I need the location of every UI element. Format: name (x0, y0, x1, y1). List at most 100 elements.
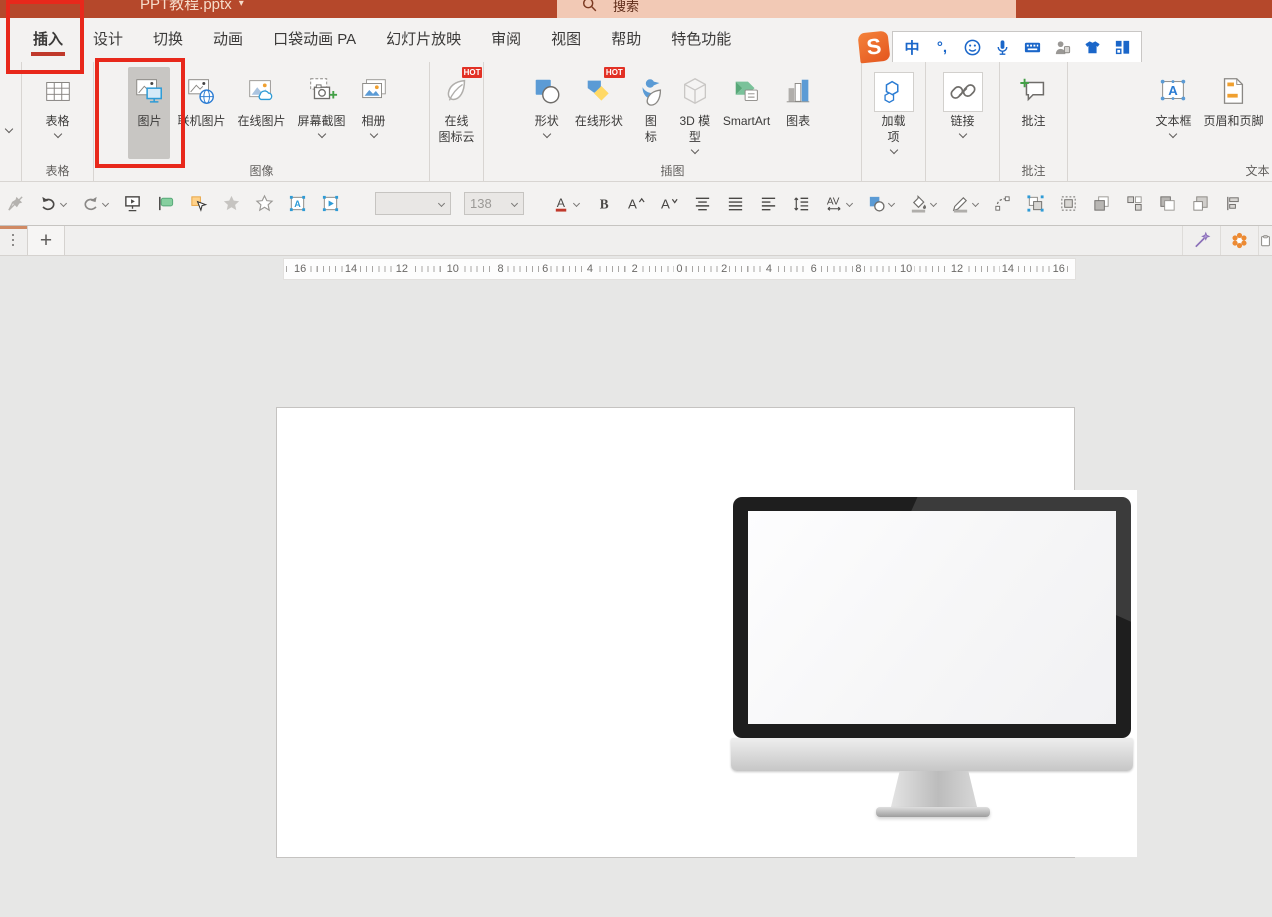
ribbon-button-屏幕截图[interactable]: 屏幕截图 (293, 67, 351, 159)
bold-icon[interactable]: B (593, 194, 613, 214)
tab-口袋动画 PA[interactable]: 口袋动画 PA (258, 19, 371, 61)
inserted-picture-imac[interactable] (705, 490, 1137, 857)
toolbox-icon[interactable] (1112, 37, 1132, 57)
draw-textbox-icon[interactable]: A (287, 194, 307, 214)
chevron-down-icon (511, 200, 518, 207)
star-outline-icon[interactable] (254, 194, 274, 214)
svg-text:A: A (627, 196, 636, 211)
search-placeholder: 搜索 (613, 0, 639, 15)
ime-toolbar: S 中 °, (859, 30, 1142, 64)
ribbon-button-加载项[interactable]: 加载 项 (869, 67, 919, 159)
punctuation-icon[interactable]: °, (932, 37, 952, 57)
user-icon[interactable] (1052, 37, 1072, 57)
undo-icon[interactable] (38, 194, 67, 214)
new-slide-tab-button[interactable]: + (27, 226, 65, 255)
ribbon-button-相册[interactable]: 相册 (353, 67, 395, 159)
justify-icon[interactable] (725, 194, 745, 214)
shape-preset-icon (866, 194, 886, 214)
strip-menu-icon[interactable] (12, 234, 14, 246)
ribbon-more-chevron[interactable] (5, 126, 13, 134)
font-color-icon[interactable]: A (551, 194, 580, 214)
tab-切换[interactable]: 切换 (138, 19, 198, 61)
emoji-icon[interactable] (962, 37, 982, 57)
ruler-number: 12 (394, 259, 410, 279)
tab-设计[interactable]: 设计 (78, 19, 138, 61)
tab-动画[interactable]: 动画 (198, 19, 258, 61)
arrange-objects-icon[interactable] (1124, 194, 1144, 214)
shape-outline-icon[interactable] (950, 194, 979, 214)
ribbon-button-label: 图片 (137, 113, 161, 129)
distribute-objects-icon[interactable] (1058, 194, 1078, 214)
ribbon-button-表格[interactable]: 表格 (37, 67, 79, 159)
shape-fill-icon[interactable] (908, 194, 937, 214)
svg-text:B: B (599, 196, 608, 211)
ribbon-button-3D 模型[interactable]: 3D 模 型 (674, 67, 716, 159)
ruler-number: 2 (719, 259, 729, 279)
ribbon-button-label: 链接 (950, 113, 974, 129)
ribbon-button-在线图标云[interactable]: HOT在线 图标云 (433, 67, 479, 159)
clipboard-icon[interactable] (1258, 226, 1272, 255)
magic-wand-icon[interactable] (1182, 226, 1220, 255)
document-title[interactable]: PPT教程.pptx ▾ (140, 0, 244, 14)
chevron-down-icon (60, 200, 67, 207)
tab-帮助[interactable]: 帮助 (596, 19, 656, 61)
select-object-icon[interactable] (188, 194, 208, 214)
send-to-back-icon[interactable] (1157, 194, 1177, 214)
svg-text:A: A (660, 196, 669, 211)
skin-icon[interactable] (1082, 37, 1102, 57)
layer-order-icon[interactable] (1190, 194, 1210, 214)
tab-视图[interactable]: 视图 (536, 19, 596, 61)
tab-审阅[interactable]: 审阅 (476, 19, 536, 61)
edit-shape-icon[interactable] (992, 194, 1012, 214)
chevron-down-icon (102, 200, 109, 207)
pin-slash-icon[interactable] (5, 194, 25, 214)
ribbon-button-联机图片[interactable]: 联机图片 (172, 67, 230, 159)
keyboard-icon[interactable] (1022, 37, 1042, 57)
chinese-mode-icon[interactable]: 中 (902, 37, 922, 57)
char-spacing-icon[interactable]: AV (824, 194, 853, 214)
ribbon-button-形状[interactable]: 形状 (526, 67, 568, 159)
sogou-logo-icon[interactable]: S (858, 31, 891, 64)
font-size-combo[interactable]: 138 (464, 192, 524, 215)
document-title-text: PPT教程.pptx (140, 0, 232, 14)
decrease-font-icon[interactable]: A (659, 194, 679, 214)
ribbon-button-批注[interactable]: 批注 (1013, 67, 1055, 159)
bring-to-front-icon[interactable] (1091, 194, 1111, 214)
increase-font-icon[interactable]: A (626, 194, 646, 214)
ribbon-button-图标[interactable]: 图 标 (630, 67, 672, 159)
align-objects-icon[interactable] (1223, 194, 1243, 214)
ribbon: 表格表格图片联机图片在线图片屏幕截图相册图像HOT在线 图标云形状HOT在线形状… (0, 62, 1272, 182)
line-spacing-icon (791, 194, 811, 214)
horizontal-ruler[interactable]: 1614121086420246810121416 (283, 258, 1076, 280)
ribbon-button-label: 批注 (1021, 113, 1045, 129)
settings-gear-icon[interactable] (1220, 226, 1258, 255)
ribbon-button-文本框[interactable]: A文本框 (1150, 67, 1196, 159)
justify-icon (725, 194, 745, 214)
present-from-start-icon[interactable] (122, 194, 142, 214)
ribbon-button-在线形状[interactable]: HOT在线形状 (570, 67, 628, 159)
tab-幻灯片放映[interactable]: 幻灯片放映 (371, 19, 476, 61)
media-placeholder-icon[interactable] (320, 194, 340, 214)
char-spacing-icon: AV (824, 194, 844, 214)
ribbon-button-图片[interactable]: 图片 (128, 67, 170, 159)
shape-preset-icon[interactable] (866, 194, 895, 214)
redo-icon[interactable] (80, 194, 109, 214)
align-center-icon[interactable] (692, 194, 712, 214)
group-objects-icon[interactable] (1025, 194, 1045, 214)
star-icon[interactable] (221, 194, 241, 214)
ribbon-button-链接[interactable]: 链接 (938, 67, 988, 159)
present-current-icon[interactable] (155, 194, 175, 214)
redo-icon (80, 194, 100, 214)
align-left-icon[interactable] (758, 194, 778, 214)
tab-特色功能[interactable]: 特色功能 (656, 19, 746, 61)
ribbon-button-图表[interactable]: 图表 (777, 67, 819, 159)
ribbon-button-SmartArt[interactable]: SmartArt (718, 67, 775, 159)
ribbon-button-页眉和页脚[interactable]: 页眉和页脚 (1198, 67, 1268, 159)
ribbon-button-label: SmartArt (723, 113, 770, 129)
ribbon-button-在线图片[interactable]: 在线图片 (232, 67, 290, 159)
font-name-combo[interactable] (375, 192, 451, 215)
search-box[interactable]: 搜索 (557, 0, 1016, 18)
line-spacing-icon[interactable] (791, 194, 811, 214)
mic-icon[interactable] (992, 37, 1012, 57)
tab-插入[interactable]: 插入 (18, 19, 78, 61)
